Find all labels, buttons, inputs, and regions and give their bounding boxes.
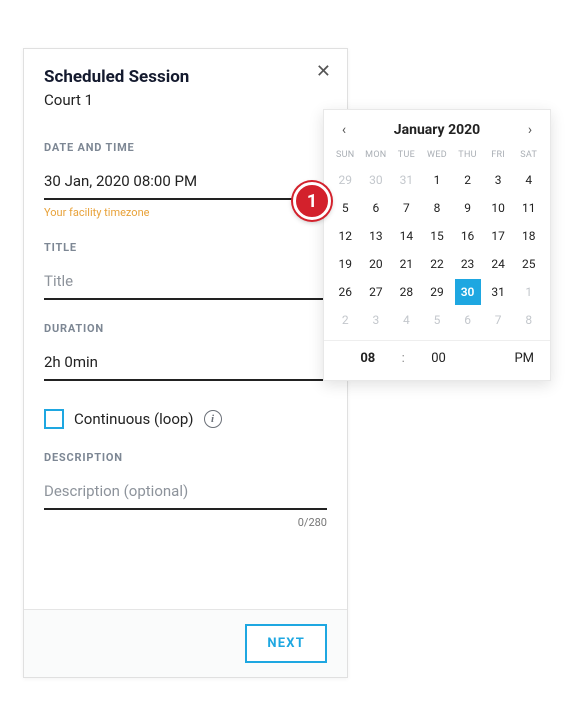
weekday-label: SAT xyxy=(513,148,544,166)
calendar-grid: 2930311234567891011121314151617181920212… xyxy=(324,166,550,340)
calendar-week-row: 12131415161718 xyxy=(330,222,544,250)
calendar-day-selected[interactable]: 30 xyxy=(455,279,481,305)
calendar-week-row: 567891011 xyxy=(330,194,544,222)
date-time-input[interactable] xyxy=(44,168,327,200)
calendar-day[interactable]: 1 xyxy=(513,278,544,306)
calendar-day[interactable]: 31 xyxy=(391,166,422,194)
calendar-day[interactable]: 29 xyxy=(330,166,361,194)
calendar-day[interactable]: 3 xyxy=(483,166,514,194)
calendar-day[interactable]: 11 xyxy=(513,194,544,222)
calendar-day[interactable]: 20 xyxy=(361,250,392,278)
date-picker-title: January 2020 xyxy=(394,122,480,138)
calendar-day[interactable]: 4 xyxy=(513,166,544,194)
calendar-day[interactable]: 16 xyxy=(452,222,483,250)
modal-footer: NEXT xyxy=(24,609,347,677)
calendar-day[interactable]: 5 xyxy=(330,194,361,222)
calendar-day[interactable]: 6 xyxy=(452,306,483,334)
scheduled-session-modal: Scheduled Session Court 1 ✕ DATE AND TIM… xyxy=(23,48,348,678)
next-month-icon[interactable]: › xyxy=(522,122,538,138)
label-date-time: DATE AND TIME xyxy=(44,141,327,154)
close-icon[interactable]: ✕ xyxy=(316,63,331,81)
time-hour[interactable]: 08 xyxy=(334,351,402,366)
calendar-week-row: 2627282930311 xyxy=(330,278,544,306)
info-icon[interactable]: i xyxy=(204,410,222,428)
calendar-day[interactable]: 15 xyxy=(422,222,453,250)
calendar-week-row: 19202122232425 xyxy=(330,250,544,278)
calendar-day[interactable]: 6 xyxy=(361,194,392,222)
calendar-day[interactable]: 10 xyxy=(483,194,514,222)
weekday-label: FRI xyxy=(483,148,514,166)
calendar-week-row: 2345678 xyxy=(330,306,544,334)
title-input[interactable] xyxy=(44,268,327,300)
calendar-day[interactable]: 31 xyxy=(483,278,514,306)
description-input[interactable] xyxy=(44,478,327,510)
time-minute[interactable]: 00 xyxy=(405,351,473,366)
weekday-label: SUN xyxy=(330,148,361,166)
annotation-marker-1: 1 xyxy=(293,182,331,220)
calendar-day[interactable]: 26 xyxy=(330,278,361,306)
modal-title: Scheduled Session xyxy=(44,67,327,87)
modal-header: Scheduled Session Court 1 ✕ xyxy=(24,49,347,115)
calendar-day[interactable]: 23 xyxy=(452,250,483,278)
continuous-row: Continuous (loop) i xyxy=(44,409,327,429)
time-picker-row: 08 : 00 PM xyxy=(324,340,550,376)
calendar-day[interactable]: 7 xyxy=(391,194,422,222)
label-duration: DURATION xyxy=(44,322,327,335)
weekday-header-row: SUNMONTUEWEDTHUFRISAT xyxy=(324,148,550,166)
calendar-day[interactable]: 5 xyxy=(422,306,453,334)
calendar-day[interactable]: 21 xyxy=(391,250,422,278)
calendar-day[interactable]: 27 xyxy=(361,278,392,306)
calendar-day[interactable]: 17 xyxy=(483,222,514,250)
label-title: TITLE xyxy=(44,241,327,254)
weekday-label: THU xyxy=(452,148,483,166)
calendar-day[interactable]: 22 xyxy=(422,250,453,278)
continuous-label: Continuous (loop) xyxy=(74,410,194,428)
calendar-day[interactable]: 4 xyxy=(391,306,422,334)
calendar-day[interactable]: 9 xyxy=(452,194,483,222)
calendar-day[interactable]: 3 xyxy=(361,306,392,334)
calendar-day[interactable]: 30 xyxy=(361,166,392,194)
calendar-day[interactable]: 7 xyxy=(483,306,514,334)
prev-month-icon[interactable]: ‹ xyxy=(336,122,352,138)
date-picker: ‹ January 2020 › SUNMONTUEWEDTHUFRISAT 2… xyxy=(323,109,551,381)
calendar-day[interactable]: 24 xyxy=(483,250,514,278)
calendar-day[interactable]: 29 xyxy=(422,278,453,306)
calendar-day[interactable]: 1 xyxy=(422,166,453,194)
calendar-day[interactable]: 8 xyxy=(422,194,453,222)
calendar-day[interactable]: 18 xyxy=(513,222,544,250)
calendar-day[interactable]: 8 xyxy=(513,306,544,334)
continuous-checkbox[interactable] xyxy=(44,409,64,429)
calendar-day[interactable]: 12 xyxy=(330,222,361,250)
weekday-label: MON xyxy=(361,148,392,166)
weekday-label: WED xyxy=(422,148,453,166)
modal-subtitle: Court 1 xyxy=(44,91,327,109)
calendar-day[interactable]: 14 xyxy=(391,222,422,250)
calendar-day[interactable]: 28 xyxy=(391,278,422,306)
next-button[interactable]: NEXT xyxy=(245,624,327,663)
time-ampm[interactable]: PM xyxy=(472,351,540,366)
duration-input[interactable] xyxy=(44,349,327,381)
calendar-day[interactable]: 2 xyxy=(330,306,361,334)
date-picker-header: ‹ January 2020 › xyxy=(324,110,550,148)
timezone-helper-text: Your facility timezone xyxy=(44,206,327,219)
label-description: DESCRIPTION xyxy=(44,451,327,464)
calendar-day[interactable]: 25 xyxy=(513,250,544,278)
calendar-day[interactable]: 2 xyxy=(452,166,483,194)
weekday-label: TUE xyxy=(391,148,422,166)
description-counter: 0/280 xyxy=(44,516,327,529)
calendar-week-row: 2930311234 xyxy=(330,166,544,194)
calendar-day[interactable]: 13 xyxy=(361,222,392,250)
calendar-day[interactable]: 19 xyxy=(330,250,361,278)
